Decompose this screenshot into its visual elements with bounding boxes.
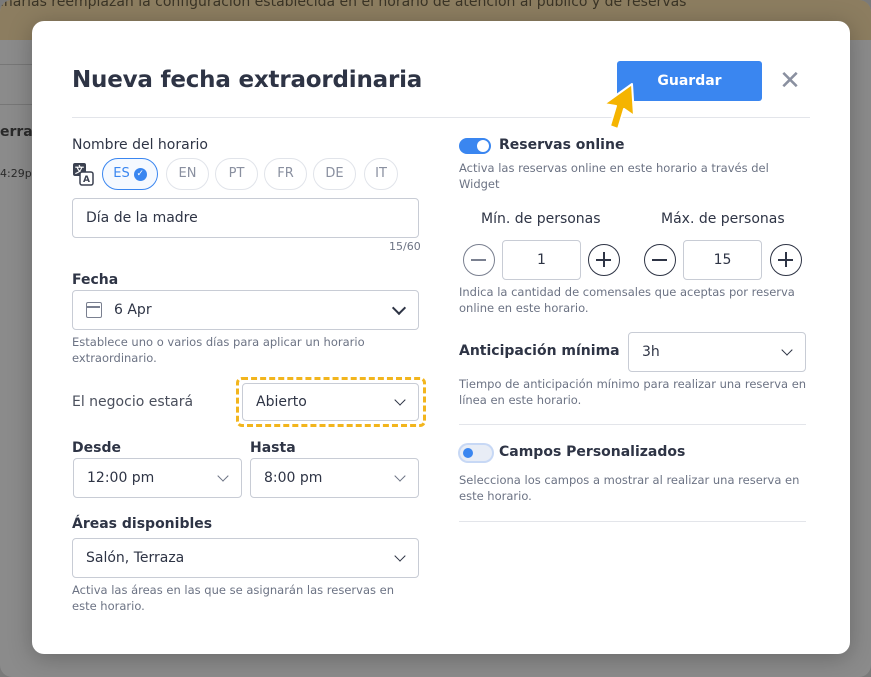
- date-label: Fecha: [72, 272, 119, 288]
- chevron-down-icon: [217, 470, 229, 482]
- min-people-increment-button[interactable]: [588, 244, 620, 276]
- mouse-cursor-icon: [603, 83, 635, 130]
- business-status-select[interactable]: Abierto: [242, 383, 419, 421]
- language-tab-fr[interactable]: FR: [264, 158, 307, 190]
- date-help: Establece uno o varios días para aplicar…: [72, 335, 365, 365]
- max-people-decrement-button[interactable]: [644, 244, 676, 276]
- background-text: 4:29p: [0, 167, 32, 180]
- date-value: 6 Apr: [114, 302, 152, 318]
- max-people-label: Máx. de personas: [661, 211, 785, 227]
- custom-fields-toggle[interactable]: [460, 445, 492, 461]
- areas-select[interactable]: Salón, Terraza: [72, 538, 419, 578]
- calendar-icon: [86, 302, 102, 318]
- online-reservations-help: Activa las reservas online en este horar…: [459, 161, 769, 191]
- schedule-name-input[interactable]: Día de la madre: [72, 198, 419, 238]
- chevron-down-icon: [394, 394, 406, 406]
- language-tab-it[interactable]: IT: [364, 158, 398, 190]
- min-people-label: Mín. de personas: [481, 211, 601, 227]
- language-tab-pt[interactable]: PT: [215, 158, 258, 190]
- header-divider: [72, 117, 810, 118]
- from-time-select[interactable]: 12:00 pm: [73, 458, 242, 498]
- from-label: Desde: [72, 440, 121, 456]
- svg-text:A: A: [83, 175, 90, 185]
- language-tab-es[interactable]: ES ✓: [102, 158, 158, 190]
- custom-fields-help: Selecciona los campos a mostrar al reali…: [459, 473, 800, 503]
- to-label: Hasta: [250, 440, 296, 456]
- translate-icon: 文 A: [73, 163, 94, 186]
- section-divider: [459, 424, 806, 425]
- chevron-down-icon: [781, 344, 793, 356]
- business-status-value: Abierto: [256, 394, 307, 410]
- areas-help: Activa las áreas en las que se asignarán…: [72, 583, 395, 613]
- chevron-down-icon: [394, 550, 406, 562]
- date-select[interactable]: 6 Apr: [72, 290, 419, 330]
- people-help: Indica la cantidad de comensales que ace…: [459, 285, 795, 315]
- min-people-decrement-button[interactable]: [463, 244, 495, 276]
- banner-text: inarias reemplazan la configuración esta…: [0, 0, 687, 10]
- extraordinary-date-modal: Nueva fecha extraordinaria Guardar ✕ Nom…: [32, 21, 850, 654]
- areas-label: Áreas disponibles: [72, 516, 213, 532]
- to-time-value: 8:00 pm: [264, 470, 323, 486]
- to-time-select[interactable]: 8:00 pm: [250, 458, 419, 498]
- check-icon: ✓: [133, 168, 147, 181]
- advance-time-select[interactable]: 3h: [628, 332, 806, 372]
- chevron-down-icon: [391, 300, 407, 316]
- max-people-input[interactable]: 15: [683, 240, 762, 280]
- chevron-down-icon: [394, 470, 406, 482]
- background-text: erra: [0, 124, 33, 140]
- schedule-name-label: Nombre del horario: [72, 137, 208, 153]
- modal-title: Nueva fecha extraordinaria: [72, 67, 423, 93]
- from-time-value: 12:00 pm: [87, 470, 155, 486]
- custom-fields-label: Campos Personalizados: [499, 444, 686, 460]
- close-icon[interactable]: ✕: [777, 66, 803, 96]
- language-code: ES: [113, 166, 130, 181]
- online-reservations-label: Reservas online: [499, 137, 625, 153]
- max-people-increment-button[interactable]: [770, 244, 802, 276]
- language-tab-en[interactable]: EN: [166, 158, 209, 190]
- language-tab-de[interactable]: DE: [313, 158, 356, 190]
- advance-time-help: Tiempo de anticipación mínimo para reali…: [459, 377, 807, 407]
- areas-value: Salón, Terraza: [86, 550, 185, 566]
- advance-time-value: 3h: [642, 344, 660, 360]
- advance-time-label: Anticipación mínima: [459, 343, 620, 359]
- min-people-input[interactable]: 1: [502, 240, 581, 280]
- online-reservations-toggle[interactable]: [459, 138, 491, 154]
- section-divider: [459, 521, 806, 522]
- schedule-name-value: Día de la madre: [86, 210, 198, 226]
- char-counter: 15/60: [389, 240, 421, 253]
- business-status-label: El negocio estará: [72, 394, 194, 410]
